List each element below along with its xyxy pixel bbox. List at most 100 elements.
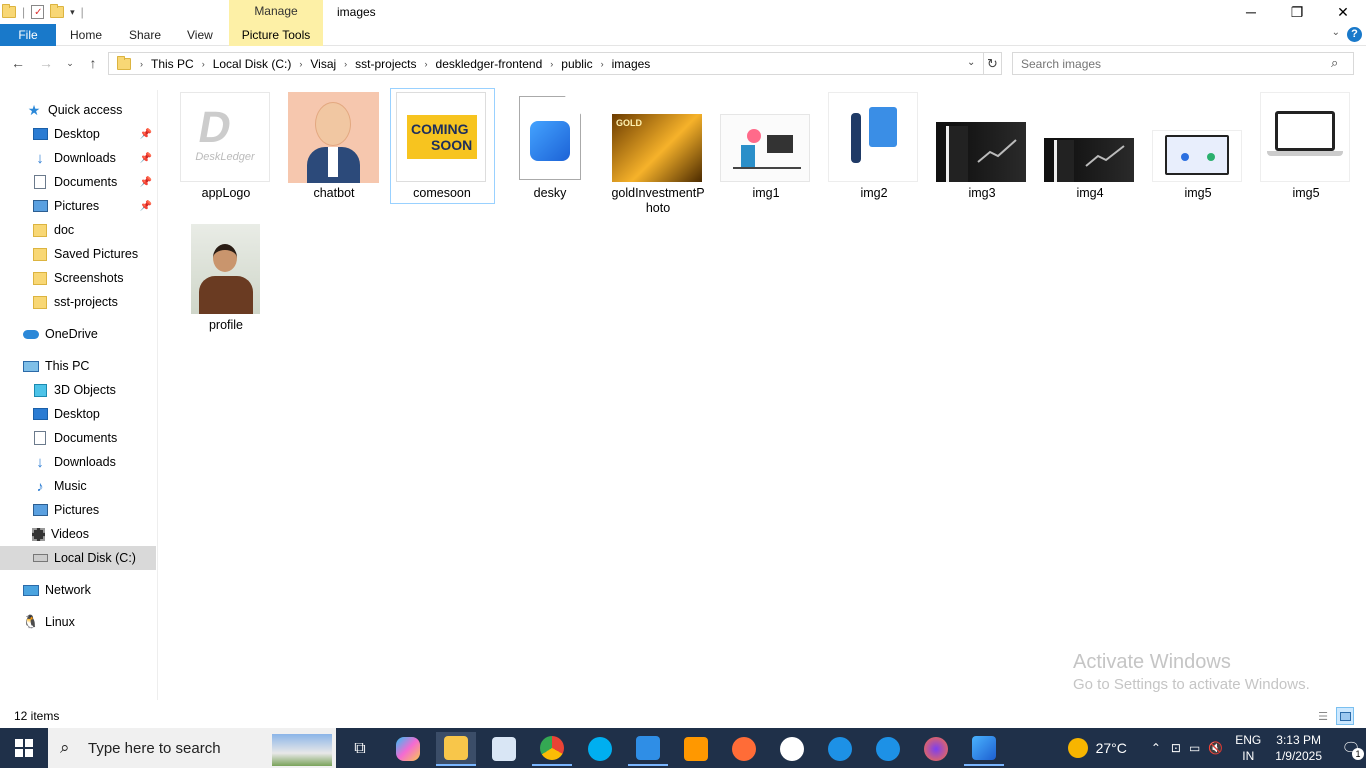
- nav-label: Desktop: [54, 407, 100, 421]
- nav-qa-desktop[interactable]: Desktop 📌: [0, 122, 156, 146]
- address-dropdown-icon[interactable]: ⌄: [967, 57, 975, 68]
- nav-this-pc[interactable]: This PC: [0, 354, 156, 378]
- back-button[interactable]: ←: [8, 53, 28, 73]
- search-input[interactable]: [1012, 52, 1354, 75]
- document-icon: [34, 175, 46, 189]
- folder-icon: [33, 271, 47, 285]
- chevron-right-icon[interactable]: ›: [341, 59, 350, 69]
- chevron-right-icon[interactable]: ›: [199, 59, 208, 69]
- nav-label: Pictures: [54, 199, 100, 213]
- taskbar-file-explorer[interactable]: [436, 732, 476, 766]
- tab-view[interactable]: View: [187, 24, 213, 46]
- taskbar-firefox[interactable]: [916, 732, 956, 766]
- nav-qa-pictures[interactable]: Pictures 📌: [0, 194, 156, 218]
- nav-pc-videos[interactable]: Videos: [0, 522, 156, 546]
- chevron-right-icon[interactable]: ›: [547, 59, 556, 69]
- file-tab[interactable]: File: [0, 24, 56, 46]
- nav-qa-downloads[interactable]: ↓ Downloads 📌: [0, 146, 156, 170]
- maximize-button[interactable]: ❐: [1274, 0, 1320, 24]
- nav-onedrive[interactable]: OneDrive: [0, 322, 156, 346]
- properties-icon[interactable]: ✓: [31, 5, 45, 19]
- meet-icon[interactable]: ⊡: [1171, 741, 1181, 755]
- copilot-icon: [396, 737, 420, 761]
- taskbar-photos[interactable]: [964, 732, 1004, 766]
- chevron-right-icon[interactable]: ›: [137, 59, 146, 69]
- chevron-right-icon[interactable]: ›: [296, 59, 305, 69]
- forward-button[interactable]: →: [36, 53, 56, 73]
- new-folder-icon[interactable]: [50, 4, 65, 18]
- cloud-icon: [23, 329, 39, 339]
- start-button[interactable]: [0, 728, 48, 768]
- chevron-right-icon[interactable]: ›: [422, 59, 431, 69]
- expand-ribbon-icon[interactable]: ⌄: [1332, 27, 1340, 38]
- network-icon[interactable]: ▭: [1189, 741, 1200, 755]
- nav-pc-pictures[interactable]: Pictures: [0, 498, 156, 522]
- breadcrumb-deskledger-frontend[interactable]: deskledger-frontend: [431, 57, 548, 71]
- pin-icon: 📌: [139, 152, 152, 164]
- address-bar[interactable]: › This PC › Local Disk (C:) › Visaj › ss…: [108, 52, 984, 75]
- trend-arrow: [1085, 145, 1125, 167]
- taskbar-search-placeholder: Type here to search: [88, 739, 221, 757]
- nav-pc-local-disk[interactable]: Local Disk (C:): [0, 546, 156, 570]
- tab-home[interactable]: Home: [70, 24, 102, 46]
- details-view-icon[interactable]: ☰: [1314, 707, 1332, 725]
- taskbar-skype[interactable]: [580, 732, 620, 766]
- taskbar-docker[interactable]: [820, 732, 860, 766]
- nav-linux[interactable]: 🐧 Linux: [0, 610, 156, 634]
- tab-share[interactable]: Share: [129, 24, 161, 46]
- up-button[interactable]: ↑: [83, 53, 103, 73]
- refresh-button[interactable]: ↻: [984, 52, 1002, 75]
- title-bar: [0, 0, 1366, 24]
- pin-icon: 📌: [139, 200, 152, 212]
- breadcrumb-images[interactable]: images: [607, 57, 656, 71]
- nav-pc-music[interactable]: ♪ Music: [0, 474, 156, 498]
- screen-app-icon: [492, 737, 516, 761]
- tab-picture-tools[interactable]: Picture Tools: [229, 24, 323, 46]
- breadcrumb-visaj[interactable]: Visaj: [305, 57, 341, 71]
- nav-label: Downloads: [54, 151, 116, 165]
- window-title: images: [337, 5, 376, 19]
- taskbar-sublime[interactable]: [676, 732, 716, 766]
- taskbar-vscode[interactable]: [628, 732, 668, 766]
- nav-quick-access[interactable]: ★ Quick access: [0, 98, 156, 122]
- recent-locations-icon[interactable]: ⌄: [60, 53, 80, 73]
- nav-pc-desktop[interactable]: Desktop: [0, 402, 156, 426]
- taskbar-search[interactable]: ⌕ Type here to search: [48, 728, 336, 768]
- breadcrumb-this-pc[interactable]: This PC: [146, 57, 199, 71]
- chevron-right-icon[interactable]: ›: [598, 59, 607, 69]
- close-button[interactable]: ✕: [1320, 0, 1366, 24]
- nav-qa-documents[interactable]: Documents 📌: [0, 170, 156, 194]
- language-indicator[interactable]: ENG IN: [1235, 732, 1261, 764]
- nav-label: Quick access: [48, 103, 123, 117]
- large-icons-view-icon[interactable]: [1336, 707, 1354, 725]
- taskbar-mongodb[interactable]: [772, 732, 812, 766]
- clock[interactable]: 3:13 PM 1/9/2025: [1275, 732, 1322, 764]
- help-icon[interactable]: ?: [1347, 27, 1362, 42]
- nav-qa-saved-pictures[interactable]: Saved Pictures: [0, 242, 156, 266]
- minimize-button[interactable]: ─: [1228, 0, 1274, 24]
- music-icon: ♪: [36, 478, 44, 494]
- taskbar-docker-2[interactable]: [868, 732, 908, 766]
- nav-qa-sst-projects[interactable]: sst-projects: [0, 290, 156, 314]
- notification-center-button[interactable]: 🗨 1: [1336, 728, 1366, 768]
- weather-icon[interactable]: [1067, 738, 1088, 758]
- nav-pc-3d-objects[interactable]: 3D Objects: [0, 378, 156, 402]
- volume-muted-icon[interactable]: 🔇: [1208, 741, 1223, 755]
- nav-pc-downloads[interactable]: ↓ Downloads: [0, 450, 156, 474]
- nav-qa-doc[interactable]: doc: [0, 218, 156, 242]
- manage-tab[interactable]: Manage: [229, 0, 323, 24]
- task-view-button[interactable]: ⧉: [340, 732, 380, 766]
- breadcrumb-sst-projects[interactable]: sst-projects: [350, 57, 421, 71]
- show-hidden-icons-icon[interactable]: ⌃: [1151, 741, 1161, 755]
- customize-qat-icon[interactable]: ▾: [70, 7, 75, 18]
- taskbar-copilot[interactable]: [388, 732, 428, 766]
- breadcrumb-local-disk[interactable]: Local Disk (C:): [208, 57, 297, 71]
- weather-temperature[interactable]: 27°C: [1096, 740, 1127, 756]
- nav-pc-documents[interactable]: Documents: [0, 426, 156, 450]
- taskbar-chrome[interactable]: [532, 732, 572, 766]
- breadcrumb-public[interactable]: public: [556, 57, 597, 71]
- taskbar-app[interactable]: [484, 732, 524, 766]
- nav-network[interactable]: Network: [0, 578, 156, 602]
- nav-qa-screenshots[interactable]: Screenshots: [0, 266, 156, 290]
- taskbar-postman[interactable]: [724, 732, 764, 766]
